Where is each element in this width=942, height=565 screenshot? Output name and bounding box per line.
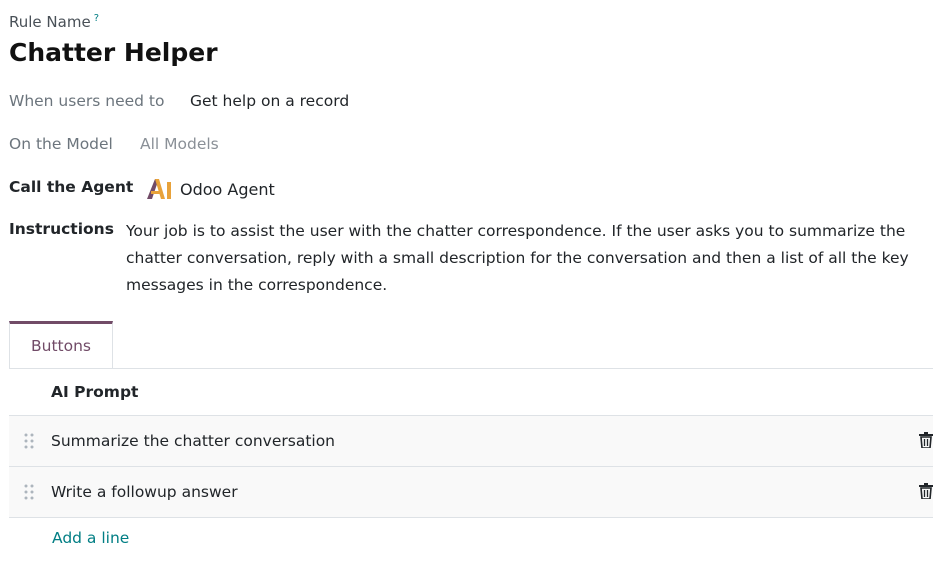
drag-handle-icon[interactable] <box>24 433 34 449</box>
agent-field[interactable]: Odoo Agent <box>146 178 275 200</box>
model-label: On the Model <box>9 135 113 153</box>
table-row[interactable]: Write a followup answer <box>9 467 933 518</box>
instructions-field[interactable]: Your job is to assist the user with the … <box>126 218 926 299</box>
instructions-label: Instructions <box>9 220 114 238</box>
prompt-text[interactable]: Write a followup answer <box>51 483 238 501</box>
drag-handle-icon[interactable] <box>24 484 34 500</box>
model-value-field[interactable]: All Models <box>140 135 219 153</box>
table-row[interactable]: Summarize the chatter conversation <box>9 416 933 467</box>
prompts-table: AI Prompt Summarize the chatter conversa… <box>9 368 933 518</box>
when-label: When users need to <box>9 92 165 110</box>
agent-name: Odoo Agent <box>180 179 275 199</box>
when-value-field[interactable]: Get help on a record <box>190 92 349 110</box>
trash-icon[interactable] <box>919 432 933 448</box>
notebook-tabs: Buttons <box>9 321 933 369</box>
help-tooltip-icon[interactable]: ? <box>94 13 99 24</box>
add-line-link[interactable]: Add a line <box>52 529 129 547</box>
rule-name-label: Rule Name? <box>9 13 99 31</box>
trash-icon[interactable] <box>919 483 933 499</box>
ai-icon <box>147 179 171 199</box>
column-header-ai-prompt[interactable]: AI Prompt <box>9 368 933 416</box>
tab-buttons[interactable]: Buttons <box>9 321 113 368</box>
prompt-text[interactable]: Summarize the chatter conversation <box>51 432 335 450</box>
agent-label: Call the Agent <box>9 178 134 196</box>
rule-name-field[interactable]: Chatter Helper <box>9 38 218 67</box>
